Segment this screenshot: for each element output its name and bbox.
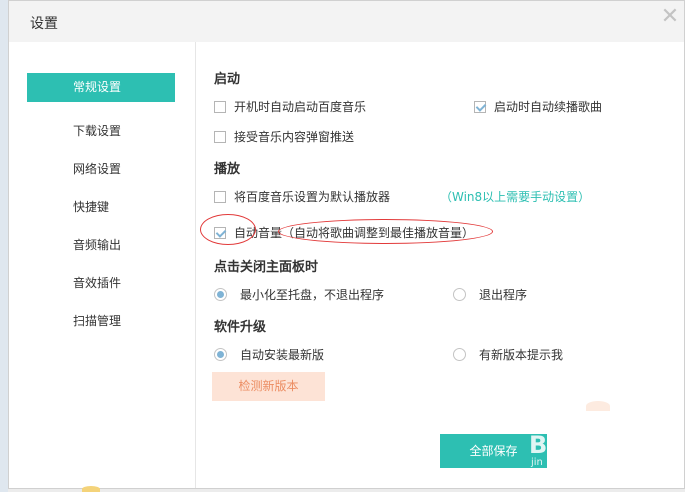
notify-label: 有新版本提示我 [479, 348, 564, 362]
nav-item-download[interactable]: 下载设置 [27, 112, 175, 150]
auto-start-label: 开机时自动启动百度音乐 [234, 100, 367, 114]
annotation-ellipse-label [278, 219, 493, 244]
auto-install-radio[interactable] [214, 348, 227, 361]
accept-push-checkbox[interactable] [214, 130, 226, 143]
nav-item-general[interactable]: 常规设置 [27, 73, 175, 102]
auto-install-option[interactable]: 自动安装最新版 [214, 346, 324, 363]
notify-option[interactable]: 有新版本提示我 [453, 346, 563, 363]
check-update-button[interactable]: 检测新版本 [212, 372, 325, 401]
section-title-upgrade: 软件升级 [214, 320, 267, 335]
minimize-radio[interactable] [214, 288, 227, 301]
taskbar-icon-fragment [82, 486, 100, 492]
nav-item-network[interactable]: 网络设置 [27, 150, 175, 188]
auto-install-label: 自动安装最新版 [240, 348, 325, 362]
dialog-title: 设置 [30, 16, 58, 32]
title-bar: 设置 ✕ [9, 1, 684, 42]
exit-label: 退出程序 [479, 288, 528, 302]
nav-item-shortcuts[interactable]: 快捷键 [27, 188, 175, 226]
settings-dialog: 设置 ✕ 常规设置 下载设置 网络设置 快捷键 音频输出 音效插件 扫描管理 启… [8, 0, 685, 489]
annotation-circle-checkbox [200, 214, 256, 245]
section-title-startup: 启动 [214, 72, 241, 87]
minimize-label: 最小化至托盘，不退出程序 [240, 288, 385, 302]
nav-item-scan-management[interactable]: 扫描管理 [27, 302, 175, 340]
notify-radio[interactable] [453, 348, 466, 361]
nav-divider [195, 42, 196, 488]
nav-item-audio-plugins[interactable]: 音效插件 [27, 264, 175, 302]
auto-start-checkbox[interactable] [214, 100, 226, 113]
background-window-edge [0, 0, 8, 492]
nav-item-audio-output[interactable]: 音频输出 [27, 226, 175, 264]
decorative-mark [586, 401, 610, 411]
auto-resume-option[interactable]: 启动时自动续播歌曲 [474, 98, 602, 115]
default-player-label: 将百度音乐设置为默认播放器 [234, 190, 391, 204]
watermark-text: jin [531, 457, 543, 468]
auto-resume-checkbox[interactable] [474, 100, 486, 113]
minimize-option[interactable]: 最小化至托盘，不退出程序 [214, 286, 384, 303]
exit-option[interactable]: 退出程序 [453, 286, 527, 303]
auto-resume-label: 启动时自动续播歌曲 [494, 100, 603, 114]
accept-push-label: 接受音乐内容弹窗推送 [234, 130, 355, 144]
section-title-close-behavior: 点击关闭主面板时 [214, 260, 319, 275]
auto-start-option[interactable]: 开机时自动启动百度音乐 [214, 98, 366, 115]
close-icon[interactable]: ✕ [656, 1, 684, 35]
section-title-playback: 播放 [214, 162, 241, 177]
watermark-logo: B [529, 431, 548, 459]
accept-push-option[interactable]: 接受音乐内容弹窗推送 [214, 128, 354, 145]
settings-nav: 常规设置 下载设置 网络设置 快捷键 音频输出 音效插件 扫描管理 [27, 73, 175, 340]
win8-note: （Win8以上需要手动设置） [440, 190, 591, 204]
exit-radio[interactable] [453, 288, 466, 301]
default-player-checkbox[interactable] [214, 190, 226, 203]
default-player-option[interactable]: 将百度音乐设置为默认播放器 [214, 188, 390, 205]
